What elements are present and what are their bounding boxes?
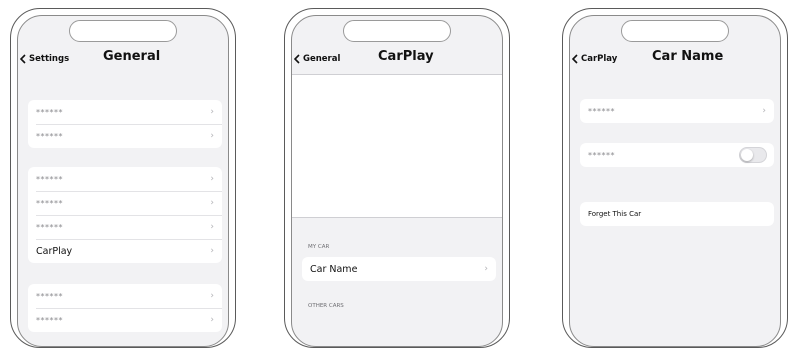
chevron-right-icon: › xyxy=(210,107,214,117)
forget-this-car-button[interactable]: Forget This Car xyxy=(580,202,774,226)
chevron-right-icon: › xyxy=(210,131,214,141)
chevron-right-icon: › xyxy=(210,291,214,301)
list-item[interactable]: ****** › xyxy=(28,308,222,332)
list-item[interactable]: ****** › xyxy=(28,191,222,215)
chevron-left-icon xyxy=(20,54,26,64)
phone-carplay: General CarPlay MY CAR Car Name › OTHER … xyxy=(284,8,510,348)
masked-label: ****** xyxy=(36,107,63,117)
car-name-label: Car Name xyxy=(310,263,358,275)
chevron-right-icon: › xyxy=(484,264,488,274)
dynamic-island xyxy=(69,20,177,42)
car-name-item[interactable]: Car Name › xyxy=(302,257,496,281)
list-item[interactable]: ****** › xyxy=(28,215,222,239)
toggle-item: ****** xyxy=(580,143,774,167)
back-button[interactable]: Settings xyxy=(20,54,69,64)
dynamic-island xyxy=(343,20,451,42)
list-item[interactable]: ****** › xyxy=(28,284,222,308)
back-button[interactable]: General xyxy=(294,54,340,64)
page-title: General xyxy=(103,49,161,64)
page-title: CarPlay xyxy=(378,49,434,64)
chevron-left-icon xyxy=(572,54,578,64)
chevron-right-icon: › xyxy=(210,246,214,256)
masked-label: ****** xyxy=(36,315,63,325)
list-item[interactable]: ****** › xyxy=(28,100,222,124)
back-button[interactable]: CarPlay xyxy=(572,54,617,64)
chevron-right-icon: › xyxy=(210,174,214,184)
masked-label: ****** xyxy=(36,222,63,232)
car-name-group: ****** › xyxy=(580,99,774,123)
page-title: Car Name xyxy=(652,49,724,64)
chevron-right-icon: › xyxy=(762,106,766,116)
settings-group-3: ****** › ****** › xyxy=(28,284,222,332)
car-name-field[interactable]: ****** › xyxy=(580,99,774,123)
masked-label: ****** xyxy=(588,106,615,116)
toggle-group: ****** xyxy=(580,143,774,167)
my-car-header: MY CAR xyxy=(308,244,330,250)
masked-label: ****** xyxy=(36,131,63,141)
masked-label: ****** xyxy=(588,150,615,160)
settings-group-1: ****** › ****** › xyxy=(28,100,222,148)
dynamic-island xyxy=(621,20,729,42)
masked-label: ****** xyxy=(36,174,63,184)
chevron-left-icon xyxy=(294,54,300,64)
toggle-switch[interactable] xyxy=(739,147,767,163)
forget-this-car-label: Forget This Car xyxy=(588,210,642,218)
carplay-hero-area xyxy=(292,74,502,218)
phone-general: Settings General ****** › ****** › *****… xyxy=(10,8,236,348)
my-car-group: Car Name › xyxy=(302,257,496,281)
carplay-label: CarPlay xyxy=(36,245,73,257)
chevron-right-icon: › xyxy=(210,198,214,208)
nav-bar: General CarPlay xyxy=(292,46,502,74)
settings-group-2: ****** › ****** › ****** › CarPlay › xyxy=(28,167,222,263)
screen-car-name: CarPlay Car Name ****** › ****** Forget … xyxy=(569,15,781,347)
back-label: CarPlay xyxy=(581,54,618,64)
chevron-right-icon: › xyxy=(210,222,214,232)
nav-bar: Settings General xyxy=(18,46,228,74)
list-item[interactable]: ****** › xyxy=(28,124,222,148)
phone-car-name: CarPlay Car Name ****** › ****** Forget … xyxy=(562,8,788,348)
list-item[interactable]: ****** › xyxy=(28,167,222,191)
other-cars-header: OTHER CARS xyxy=(308,303,344,309)
screen-general: Settings General ****** › ****** › *****… xyxy=(17,15,229,347)
chevron-right-icon: › xyxy=(210,315,214,325)
forget-car-group: Forget This Car xyxy=(580,202,774,226)
masked-label: ****** xyxy=(36,291,63,301)
nav-bar: CarPlay Car Name xyxy=(570,46,780,74)
toggle-knob xyxy=(741,149,753,161)
masked-label: ****** xyxy=(36,198,63,208)
back-label: Settings xyxy=(29,54,70,64)
carplay-item[interactable]: CarPlay › xyxy=(28,239,222,263)
screen-carplay: General CarPlay MY CAR Car Name › OTHER … xyxy=(291,15,503,347)
back-label: General xyxy=(303,54,341,64)
